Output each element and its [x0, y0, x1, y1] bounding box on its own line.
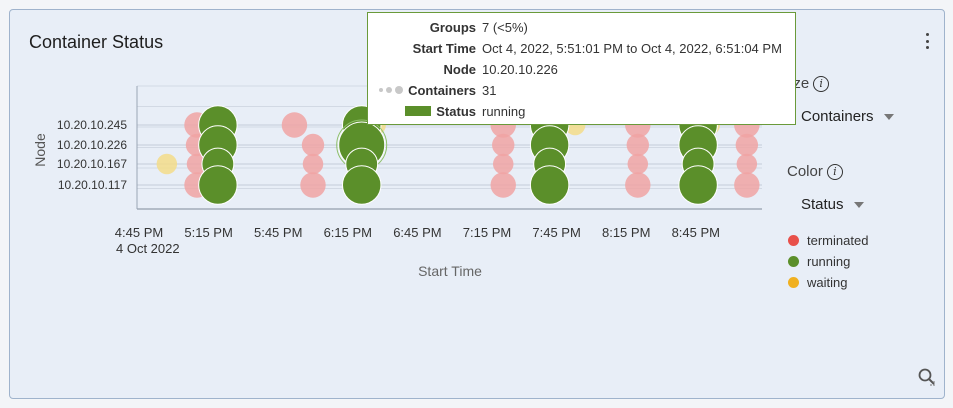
- y-tick-label: 10.20.10.167: [57, 157, 127, 171]
- x-tick-label: 6:15 PM: [324, 225, 372, 240]
- status-legend: terminated running waiting: [788, 230, 868, 293]
- tooltip-key: Status: [368, 104, 476, 119]
- chevron-down-icon: [853, 201, 864, 208]
- tooltip-key-text: Status: [436, 103, 476, 119]
- tooltip-row-groups: Groups 7 (<5%): [368, 17, 795, 37]
- bubble-terminated[interactable]: [301, 133, 325, 157]
- bubble-terminated[interactable]: [736, 153, 758, 175]
- color-control-label: Color i: [787, 163, 843, 180]
- size-scale-icon: [379, 86, 404, 94]
- x-tick-label: 5:45 PM: [254, 225, 302, 240]
- color-select-value: Status: [801, 196, 844, 213]
- tooltip-row-node: Node 10.20.10.226: [368, 59, 795, 79]
- tooltip-key-text: Containers: [408, 82, 476, 98]
- bubble-running[interactable]: [198, 165, 238, 205]
- color-info-icon[interactable]: i: [826, 163, 843, 180]
- legend-label: running: [807, 254, 851, 269]
- bubble-running[interactable]: [341, 165, 382, 205]
- legend-dot: [788, 235, 799, 246]
- bubble-terminated[interactable]: [735, 133, 759, 157]
- x-date-label: 4 Oct 2022: [116, 241, 180, 256]
- bubble-terminated[interactable]: [302, 153, 324, 175]
- bubble-terminated[interactable]: [626, 133, 649, 157]
- tooltip-value: 10.20.10.226: [482, 61, 558, 77]
- legend-label: terminated: [807, 233, 869, 248]
- tooltip-row-containers: Containers 31: [368, 80, 795, 100]
- legend-item-running[interactable]: running: [788, 251, 868, 272]
- bubble-terminated[interactable]: [492, 153, 514, 175]
- chevron-down-icon: [883, 113, 894, 120]
- tooltip-value: running: [482, 103, 526, 119]
- size-select[interactable]: Containers: [801, 108, 894, 125]
- legend-dot: [788, 256, 799, 267]
- color-select[interactable]: Status: [801, 196, 864, 213]
- x-tick-label: 6:45 PM: [393, 225, 441, 240]
- tooltip-key: Groups: [429, 19, 476, 35]
- y-tick-label: 10.20.10.117: [58, 178, 128, 192]
- tooltip-row-status: Status running: [368, 101, 795, 121]
- x-axis-title: Start Time: [418, 263, 482, 279]
- bubble-terminated[interactable]: [625, 172, 651, 198]
- x-tick-label: 5:15 PM: [184, 225, 232, 240]
- tooltip-value: 7 (<5%): [482, 19, 528, 35]
- bubble-waiting[interactable]: [156, 153, 178, 175]
- x-tick-label: 8:15 PM: [602, 225, 650, 240]
- bubble-terminated[interactable]: [300, 172, 326, 198]
- color-label-text: Color: [787, 163, 823, 180]
- tooltip-row-start-time: Start Time Oct 4, 2022, 5:51:01 PM to Oc…: [368, 38, 795, 58]
- size-info-icon[interactable]: i: [813, 75, 830, 92]
- y-tick-label: 10.20.10.226: [57, 138, 127, 152]
- chart-tooltip: Groups 7 (<5%) Start Time Oct 4, 2022, 5…: [367, 12, 796, 125]
- tooltip-value: 31: [482, 82, 497, 98]
- tooltip-key: Node: [443, 61, 477, 77]
- legend-item-waiting[interactable]: waiting: [788, 272, 868, 293]
- y-tick-label: 10.20.10.245: [57, 118, 127, 132]
- tooltip-key: Start Time: [412, 40, 476, 56]
- tooltip-value: Oct 4, 2022, 5:51:01 PM to Oct 4, 2022, …: [482, 40, 782, 56]
- bubble-terminated[interactable]: [490, 172, 516, 198]
- status-swatch-icon: [405, 106, 432, 116]
- x-tick-label: 7:45 PM: [532, 225, 580, 240]
- tooltip-key: Containers: [368, 83, 476, 98]
- zoom-icon[interactable]: [917, 367, 937, 392]
- legend-dot: [788, 277, 799, 288]
- bubble-running[interactable]: [678, 165, 718, 205]
- bubble-terminated[interactable]: [492, 133, 515, 157]
- bubble-terminated[interactable]: [281, 112, 308, 138]
- y-axis-title: Node: [32, 133, 48, 167]
- x-tick-label: 8:45 PM: [672, 225, 720, 240]
- bubble-terminated[interactable]: [627, 153, 649, 175]
- bubble-terminated[interactable]: [734, 172, 760, 198]
- legend-label: waiting: [807, 275, 848, 290]
- legend-item-terminated[interactable]: terminated: [788, 230, 868, 251]
- x-tick-label: 4:45 PM: [115, 225, 163, 240]
- x-tick-label: 7:15 PM: [463, 225, 511, 240]
- bubble-running[interactable]: [529, 165, 570, 205]
- size-select-value: Containers: [801, 108, 874, 125]
